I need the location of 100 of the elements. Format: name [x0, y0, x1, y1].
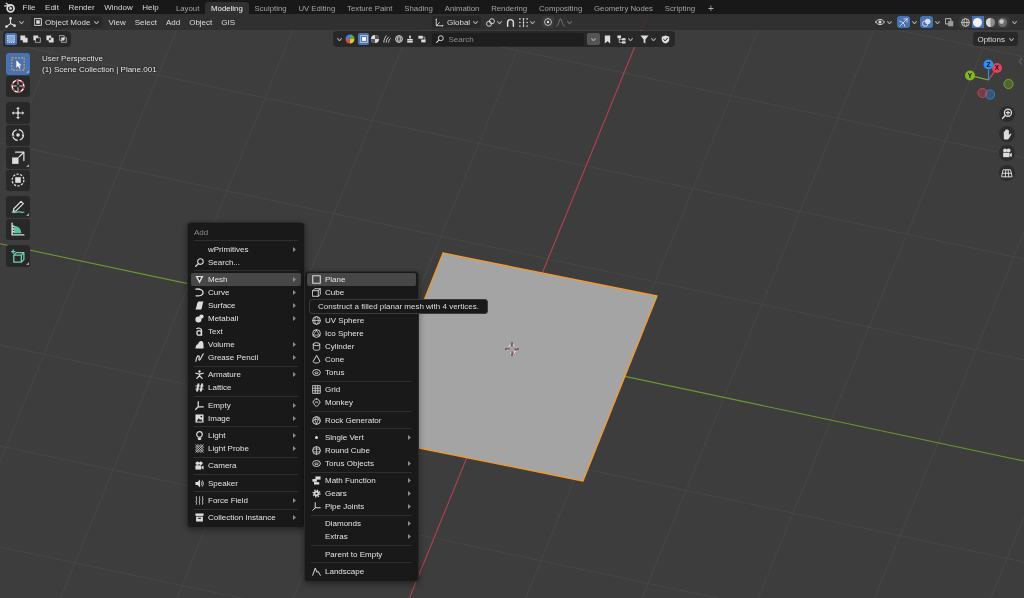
menu-item[interactable]: Grease Pencil — [191, 351, 301, 365]
menu-item[interactable]: Math Function — [307, 474, 416, 488]
menu-item[interactable]: Armature — [191, 368, 301, 382]
menu-item[interactable]: UV Sphere — [307, 314, 416, 327]
menu-item[interactable]: Cylinder — [307, 340, 416, 353]
pivot-dropdown[interactable] — [484, 15, 505, 29]
tool-button[interactable] — [6, 218, 30, 240]
caret-icon[interactable] — [935, 20, 940, 24]
tool-button[interactable] — [6, 75, 30, 97]
filter-button[interactable] — [381, 33, 393, 45]
tool-button[interactable] — [6, 245, 30, 267]
menu-button[interactable]: Window — [100, 0, 137, 14]
menu-button[interactable]: Add — [161, 15, 185, 29]
search-field[interactable]: Search — [432, 32, 585, 46]
menu-button[interactable]: Select — [130, 15, 162, 29]
options-dropdown[interactable]: Options — [973, 32, 1018, 46]
xray-toggle[interactable] — [943, 16, 956, 28]
menu-item[interactable]: Metaball — [191, 312, 301, 326]
proportional-editing-toggle[interactable] — [542, 16, 555, 28]
tool-button[interactable] — [6, 102, 30, 124]
menu-item[interactable]: Collection Instance — [191, 511, 301, 525]
menu-item[interactable]: Text — [191, 325, 301, 339]
caret-icon[interactable] — [1012, 20, 1017, 24]
menu-button[interactable]: Render — [64, 0, 99, 14]
filter-button[interactable] — [369, 33, 381, 45]
menu-button[interactable]: View — [104, 15, 131, 29]
filter-button[interactable] — [416, 33, 428, 45]
filter-button[interactable] — [358, 33, 369, 45]
menu-item[interactable]: Image — [191, 411, 301, 425]
menu-item[interactable]: Torus Objects — [307, 456, 416, 470]
select-mode-button[interactable] — [57, 33, 69, 45]
menu-item[interactable]: Lattice — [191, 381, 301, 395]
caret-icon[interactable] — [337, 37, 342, 41]
tool-button[interactable] — [6, 169, 30, 191]
select-mode-button[interactable] — [44, 33, 56, 45]
camera-icon[interactable] — [999, 145, 1015, 162]
filter-dropdown[interactable] — [638, 32, 659, 46]
menu-item[interactable]: Empty — [191, 398, 301, 412]
caret-icon[interactable] — [912, 20, 917, 24]
add-workspace-button[interactable]: + — [706, 2, 716, 14]
shading-mode-button[interactable] — [959, 16, 972, 28]
tool-button[interactable] — [6, 124, 30, 146]
zoom-icon[interactable] — [999, 106, 1015, 122]
menu-item[interactable]: Diamonds — [307, 517, 416, 531]
axis-ball[interactable] — [1003, 79, 1014, 89]
hand-icon[interactable] — [999, 125, 1015, 142]
snap-target-dropdown[interactable] — [517, 15, 538, 29]
filter-button[interactable] — [404, 33, 416, 45]
menu-button[interactable]: File — [19, 0, 40, 14]
menu-item[interactable]: Curve — [191, 286, 301, 300]
menu-item[interactable]: Gears — [307, 487, 416, 501]
bookmark-icon[interactable] — [603, 34, 613, 44]
select-mode-button[interactable] — [18, 33, 30, 45]
hierarchy-dropdown[interactable] — [615, 32, 636, 46]
menu-item[interactable]: Light Probe — [191, 442, 301, 455]
menu-item[interactable]: Cone — [307, 353, 416, 366]
shading-mode-button[interactable] — [971, 16, 984, 28]
color-wheel-icon[interactable] — [345, 34, 355, 44]
menu-item[interactable]: Parent to Empty — [307, 547, 416, 561]
menu-item[interactable]: Surface — [191, 299, 301, 313]
orientation-dropdown[interactable]: Global — [432, 16, 482, 28]
menu-button[interactable]: GIS — [216, 15, 240, 29]
menu-item[interactable]: Camera — [191, 459, 301, 473]
shading-mode-button[interactable] — [996, 16, 1009, 28]
gizmo-toggle[interactable] — [897, 16, 910, 28]
menu-item[interactable]: Force Field — [191, 493, 301, 507]
menu-button[interactable]: Object — [184, 15, 217, 29]
dropdown-button[interactable] — [587, 33, 601, 45]
menu-item[interactable]: Round Cube — [307, 443, 416, 457]
menu-button[interactable]: Edit — [41, 0, 63, 14]
shading-mode-button[interactable] — [984, 16, 997, 28]
perspective-grid-icon[interactable] — [999, 165, 1015, 182]
editor-type-button[interactable] — [5, 15, 25, 29]
shield-check-icon[interactable] — [661, 34, 671, 44]
menu-item[interactable]: Light — [191, 429, 301, 442]
menu-item[interactable]: Pipe Joints — [307, 500, 416, 514]
menu-item[interactable]: Volume — [191, 338, 301, 352]
app-logo-icon[interactable] — [4, 1, 15, 13]
menu-item[interactable]: Single Vert — [307, 430, 416, 444]
filter-button[interactable] — [393, 33, 405, 45]
menu-item[interactable]: Ico Sphere — [307, 327, 416, 340]
menu-item[interactable]: Search... — [191, 255, 301, 269]
mode-dropdown[interactable]: Object Mode — [31, 16, 102, 28]
select-mode-button[interactable] — [31, 33, 43, 45]
menu-item[interactable]: Landscape — [307, 565, 416, 579]
menu-item[interactable]: Plane — [307, 273, 416, 286]
menu-item[interactable]: Mesh — [191, 273, 301, 287]
menu-item[interactable]: Speaker — [191, 476, 301, 490]
menu-item[interactable]: Cube — [307, 286, 416, 299]
menu-item[interactable]: Torus — [307, 366, 416, 379]
menu-item[interactable]: Rock Generator — [307, 413, 416, 427]
menu-item[interactable]: Extras — [307, 530, 416, 544]
select-mode-button[interactable] — [5, 33, 17, 45]
tool-button[interactable] — [6, 196, 30, 218]
tool-button[interactable] — [6, 147, 30, 169]
menu-item[interactable]: wPrimitives — [191, 242, 301, 256]
overlay-toggle[interactable] — [920, 16, 933, 28]
menu-item[interactable]: Monkey — [307, 396, 416, 410]
menu-button[interactable]: Help — [138, 0, 163, 14]
menu-item[interactable]: Grid — [307, 383, 416, 397]
